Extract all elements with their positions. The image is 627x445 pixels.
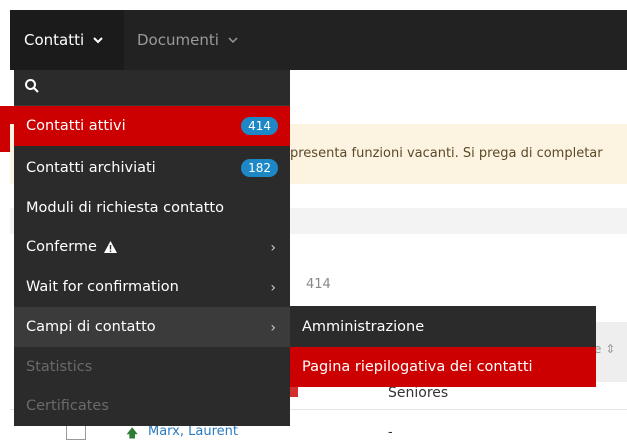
nav-documenti[interactable]: Documenti [123,10,253,70]
dropdown-search-field[interactable] [14,70,290,106]
menu-item-conferme[interactable]: Conferme › [14,227,290,267]
contact-count: 414 [306,277,331,292]
chevron-down-icon [228,37,238,44]
submenu-item-pagina-riepilogativa[interactable]: Pagina riepilogativa dei contatti [290,347,596,387]
menu-item-campi-di-contatto[interactable]: Campi di contatto › [14,307,290,347]
menu-item-moduli-richiesta[interactable]: Moduli di richiesta contatto [14,188,290,228]
table-cell-group: Seniores [388,385,449,401]
submenu-item-amministrazione[interactable]: Amministrazione [290,307,596,347]
count-badge: 414 [241,117,278,135]
menu-item-label: Conferme [26,239,97,255]
chevron-right-icon: › [270,320,276,336]
menu-item-label: Certificates [26,398,109,414]
submenu-item-label: Amministrazione [302,319,425,335]
nav-contatti-label: Contatti [24,31,85,49]
menu-item-statistics[interactable]: Statistics [14,347,290,387]
chevron-right-icon: › [270,280,276,296]
menu-item-label: Contatti archiviati [26,160,156,176]
count-badge: 182 [241,159,278,177]
warning-icon [103,241,117,253]
menu-item-certificates[interactable]: Certificates [14,386,290,426]
contact-name-link[interactable]: Marx, Laurent [148,424,238,439]
menu-item-wait-for-confirmation[interactable]: Wait for confirmation › [14,267,290,307]
menu-item-contatti-attivi[interactable]: Contatti attivi 414 [14,106,290,146]
notice-text: presenta funzioni vacanti. Si prega di c… [290,146,603,161]
table-cell-group: - [388,425,393,440]
sort-icon[interactable]: e ⇕ [594,342,615,356]
arrow-up-icon: 🡅 [126,426,139,440]
menu-item-label: Wait for confirmation [26,279,179,295]
search-icon[interactable] [24,78,40,94]
menu-item-label: Campi di contatto [26,319,156,335]
nav-documenti-label: Documenti [137,31,219,49]
main-navbar: Contatti Documenti [10,10,627,70]
nav-contatti[interactable]: Contatti [10,10,124,70]
menu-item-contatti-archiviati[interactable]: Contatti archiviati 182 [14,148,290,188]
chevron-right-icon: › [270,240,276,256]
chevron-down-icon [93,37,103,44]
menu-item-label: Statistics [26,359,93,375]
menu-item-label: Contatti attivi [26,118,126,134]
menu-item-label: Moduli di richiesta contatto [26,200,224,216]
submenu-item-label: Pagina riepilogativa dei contatti [302,359,533,375]
